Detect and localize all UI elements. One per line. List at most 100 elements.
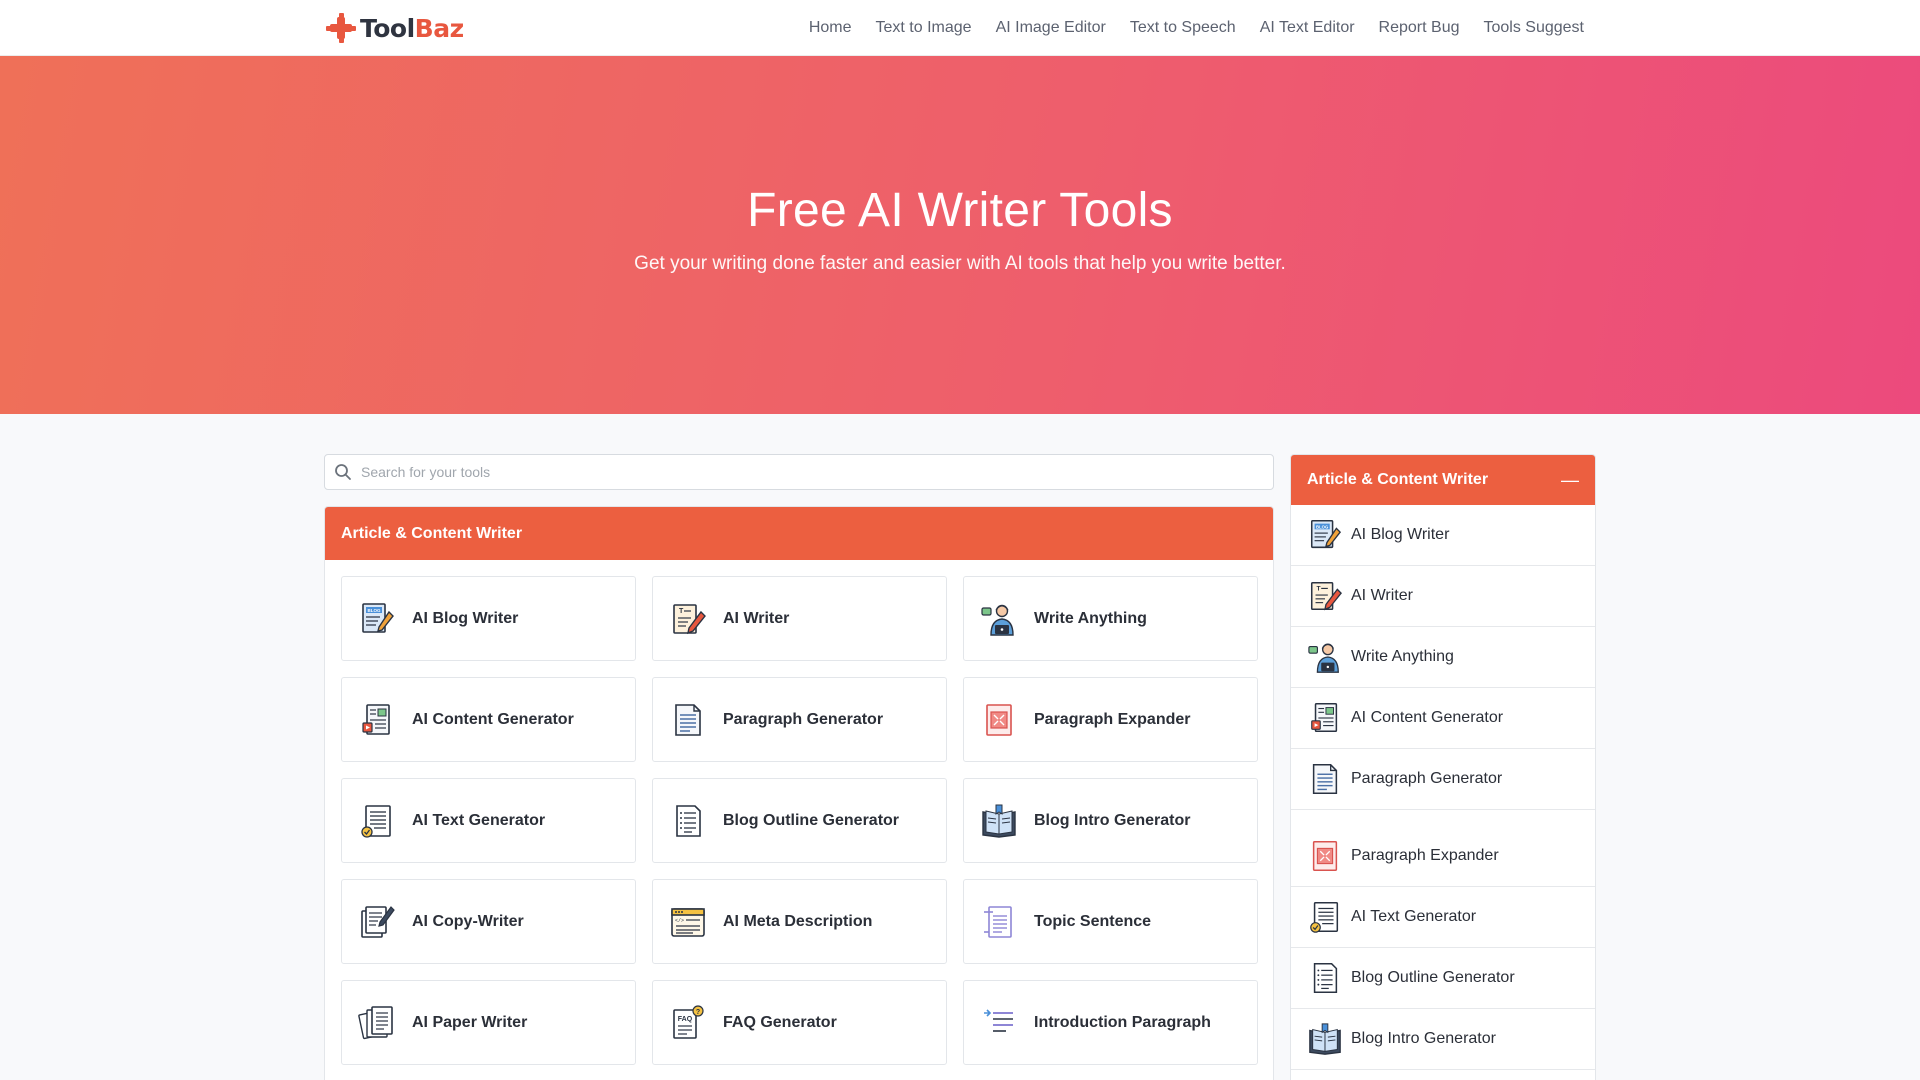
- text-generator-icon: [1307, 899, 1343, 935]
- sidebar-item-label: AI Content Generator: [1351, 709, 1504, 726]
- sidebar-item-label: AI Text Generator: [1351, 908, 1477, 925]
- blog-outline-icon: [669, 802, 707, 840]
- tool-card-ai-paper-writer[interactable]: AI Paper Writer: [341, 980, 636, 1065]
- paper-writer-icon: [358, 1004, 396, 1042]
- main-nav: Home Text to Image AI Image Editor Text …: [809, 0, 1584, 56]
- tool-label: Paragraph Expander: [1034, 710, 1191, 728]
- ai-writer-icon: T: [1307, 578, 1343, 614]
- tool-label: AI Meta Description: [723, 912, 873, 930]
- tool-label: AI Writer: [723, 609, 790, 627]
- nav-text-to-image[interactable]: Text to Image: [876, 19, 972, 37]
- tool-label: Topic Sentence: [1034, 912, 1152, 930]
- search-input[interactable]: [361, 464, 1273, 480]
- tool-label: Paragraph Generator: [723, 710, 884, 728]
- text-generator-icon: [358, 802, 396, 840]
- sidebar-item-paragraph-expander[interactable]: Paragraph Expander: [1291, 810, 1595, 887]
- svg-text:</>: </>: [675, 918, 684, 924]
- category-header: Article & Content Writer: [325, 507, 1273, 560]
- top-navbar: ToolBaz Home Text to Image AI Image Edit…: [0, 0, 1920, 56]
- tool-card-ai-text-generator[interactable]: AI Text Generator: [341, 778, 636, 863]
- content-generator-icon: [358, 701, 396, 739]
- page-subtitle: Get your writing done faster and easier …: [634, 253, 1286, 274]
- tool-card-paragraph-generator[interactable]: Paragraph Generator: [652, 677, 947, 762]
- sidebar-item-label: Blog Intro Generator: [1351, 1030, 1496, 1047]
- nav-ai-text-editor[interactable]: AI Text Editor: [1260, 19, 1355, 37]
- hero-banner: Free AI Writer Tools Get your writing do…: [0, 56, 1920, 414]
- tool-label: AI Blog Writer: [412, 609, 519, 627]
- tool-card-ai-writer[interactable]: T AI Writer: [652, 576, 947, 661]
- svg-text:T: T: [679, 608, 684, 615]
- svg-text:T: T: [1316, 585, 1320, 592]
- sidebar-item-ai-text-generator[interactable]: AI Text Generator: [1291, 887, 1595, 948]
- sidebar-item-paragraph-generator[interactable]: Paragraph Generator: [1291, 749, 1595, 810]
- introduction-paragraph-icon: [980, 1004, 1018, 1042]
- logo-text-part1: Tool: [360, 13, 415, 43]
- sidebar-header[interactable]: Article & Content Writer —: [1291, 455, 1595, 505]
- meta-description-icon: </>: [669, 903, 707, 941]
- svg-text:BLOG: BLOG: [1316, 524, 1329, 529]
- tool-label: AI Content Generator: [412, 710, 574, 728]
- tool-card-ai-blog-writer[interactable]: BLOG AI Blog Writer: [341, 576, 636, 661]
- collapse-icon[interactable]: —: [1561, 471, 1579, 489]
- blog-intro-icon: [1307, 1021, 1343, 1057]
- sidebar-item-label: AI Blog Writer: [1351, 526, 1450, 543]
- content-generator-icon: [1307, 700, 1343, 736]
- search-icon: [325, 454, 361, 490]
- nav-home[interactable]: Home: [809, 19, 852, 37]
- toolbaz-plus-logo-icon: [326, 13, 356, 43]
- sidebar-item-ai-writer[interactable]: T AI Writer: [1291, 566, 1595, 627]
- svg-text:BLOG: BLOG: [368, 608, 381, 613]
- sidebar-item-ai-content-generator[interactable]: AI Content Generator: [1291, 688, 1595, 749]
- logo-text: ToolBaz: [360, 14, 464, 43]
- blog-writer-icon: BLOG: [1307, 517, 1343, 553]
- tool-card-faq-generator[interactable]: FAQ? FAQ Generator: [652, 980, 947, 1065]
- logo-text-part2: Baz: [414, 13, 464, 43]
- sidebar-item-label: Paragraph Generator: [1351, 770, 1503, 787]
- tool-card-write-anything[interactable]: Write Anything: [963, 576, 1258, 661]
- sidebar-item-label: Paragraph Expander: [1351, 847, 1499, 864]
- tool-card-ai-meta-description[interactable]: </> AI Meta Description: [652, 879, 947, 964]
- blog-writer-icon: BLOG: [358, 600, 396, 638]
- tool-card-paragraph-expander[interactable]: Paragraph Expander: [963, 677, 1258, 762]
- tool-label: Introduction Paragraph: [1034, 1013, 1211, 1031]
- tool-label: AI Copy-Writer: [412, 912, 524, 930]
- nav-tools-suggest[interactable]: Tools Suggest: [1483, 19, 1584, 37]
- sidebar-title: Article & Content Writer: [1307, 471, 1489, 488]
- tool-card-blog-outline-generator[interactable]: Blog Outline Generator: [652, 778, 947, 863]
- toolbaz-logo[interactable]: ToolBaz: [326, 12, 464, 44]
- nav-text-to-speech[interactable]: Text to Speech: [1130, 19, 1236, 37]
- tool-label: FAQ Generator: [723, 1013, 837, 1031]
- paragraph-expander-icon: [1307, 838, 1343, 874]
- tool-card-introduction-paragraph[interactable]: Introduction Paragraph: [963, 980, 1258, 1065]
- write-anything-icon: [1307, 639, 1343, 675]
- paragraph-generator-icon: [1307, 761, 1343, 797]
- sidebar-item-label: AI Writer: [1351, 587, 1413, 604]
- tool-label: AI Text Generator: [412, 811, 546, 829]
- tool-card-ai-content-generator[interactable]: AI Content Generator: [341, 677, 636, 762]
- tool-card-ai-copy-writer[interactable]: AI Copy-Writer: [341, 879, 636, 964]
- write-anything-icon: [980, 600, 1018, 638]
- tools-grid: BLOG AI Blog Writer T AI Writer Write An…: [325, 560, 1273, 1080]
- svg-text:?: ?: [696, 1009, 700, 1016]
- faq-generator-icon: FAQ?: [669, 1004, 707, 1042]
- sidebar-item-blog-intro-generator[interactable]: Blog Intro Generator: [1291, 1009, 1595, 1070]
- tool-card-blog-intro-generator[interactable]: Blog Intro Generator: [963, 778, 1258, 863]
- blog-outline-icon: [1307, 960, 1343, 996]
- copywriter-icon: [358, 903, 396, 941]
- paragraph-generator-icon: [669, 701, 707, 739]
- tool-label: AI Paper Writer: [412, 1013, 528, 1031]
- tool-card-topic-sentence[interactable]: Topic Sentence: [963, 879, 1258, 964]
- tool-label: Blog Outline Generator: [723, 811, 900, 829]
- sidebar-item-write-anything[interactable]: Write Anything: [1291, 627, 1595, 688]
- tool-label: Write Anything: [1034, 609, 1147, 627]
- svg-text:FAQ: FAQ: [678, 1016, 693, 1023]
- nav-report-bug[interactable]: Report Bug: [1379, 19, 1460, 37]
- sidebar-item-label: Write Anything: [1351, 648, 1454, 665]
- sidebar-item-ai-blog-writer[interactable]: BLOG AI Blog Writer: [1291, 505, 1595, 566]
- sidebar-item-blog-outline-generator[interactable]: Blog Outline Generator: [1291, 948, 1595, 1009]
- nav-ai-image-editor[interactable]: AI Image Editor: [996, 19, 1106, 37]
- page-title: Free AI Writer Tools: [747, 184, 1173, 237]
- sidebar-tools-list: Article & Content Writer — BLOG AI Blog …: [1290, 454, 1596, 1080]
- blog-intro-icon: [980, 802, 1018, 840]
- tool-search-box: [324, 454, 1274, 490]
